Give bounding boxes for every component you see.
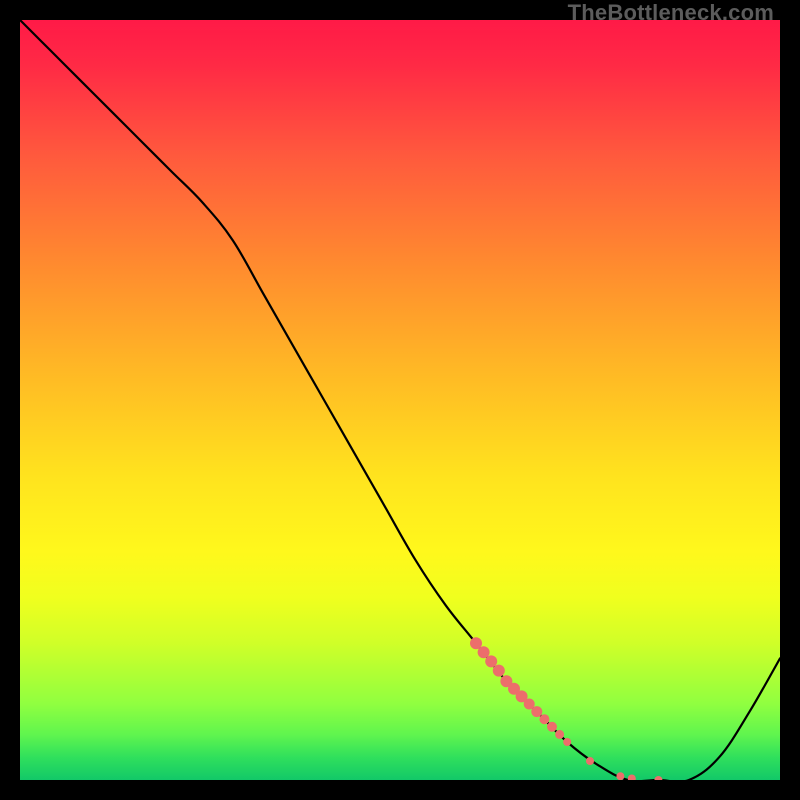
data-marker — [539, 714, 549, 724]
data-markers — [470, 637, 662, 780]
data-marker — [485, 655, 497, 667]
chart-canvas: TheBottleneck.com — [0, 0, 800, 800]
bottleneck-curve — [20, 20, 780, 780]
data-marker — [555, 730, 564, 739]
plot-area — [20, 20, 780, 780]
data-marker — [493, 665, 505, 677]
data-marker — [628, 775, 636, 781]
data-marker — [531, 706, 542, 717]
chart-svg — [20, 20, 780, 780]
data-marker — [547, 722, 557, 732]
data-marker — [654, 776, 662, 780]
data-marker — [616, 772, 624, 780]
data-marker — [563, 738, 571, 746]
attribution-watermark: TheBottleneck.com — [568, 0, 774, 26]
data-marker — [586, 757, 594, 765]
